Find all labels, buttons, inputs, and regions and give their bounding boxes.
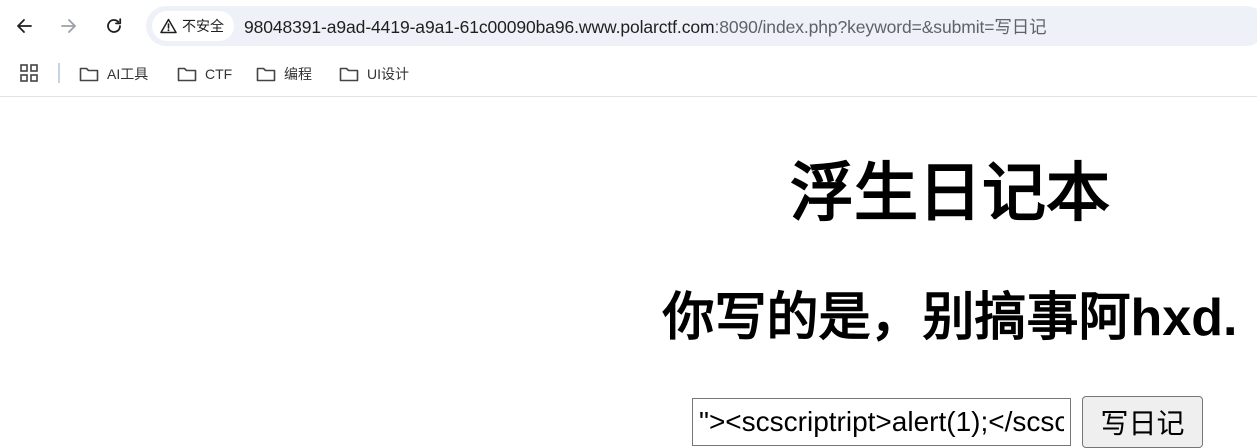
folder-icon [256,67,276,82]
submit-button[interactable]: 写日记 [1082,396,1203,448]
warning-icon [160,18,177,34]
reload-icon [107,18,122,33]
page-content: 浮生日记本 你写的是，别搞事阿hxd. 写日记 [0,98,1257,448]
apps-grid-icon [20,64,38,82]
url-host: 98048391-a9ad-4419-a9a1-61c00090ba96.www… [244,16,715,37]
url-text[interactable]: 98048391-a9ad-4419-a9a1-61c00090ba96.www… [244,14,1047,39]
browser-toolbar: 不安全 98048391-a9ad-4419-a9a1-61c00090ba96… [0,0,1257,52]
back-button[interactable] [8,10,40,42]
bookmark-programming[interactable]: 编程 [256,60,312,88]
bookmarks-divider [58,63,60,83]
folder-icon [177,67,197,82]
security-label: 不安全 [182,18,224,34]
forward-button[interactable] [53,10,85,42]
bookmarks-bar: AI工具 CTF 编程 UI设计 [0,52,1257,97]
arrow-left-icon [17,19,32,33]
bookmark-ai-tools[interactable]: AI工具 [79,60,148,88]
url-path: :8090/index.php?keyword=&submit=写日记 [714,16,1047,37]
bookmark-label: CTF [205,66,233,82]
result-heading: 你写的是，别搞事阿hxd. [662,289,1238,347]
page-title: 浮生日记本 [790,157,1110,229]
reload-button[interactable] [98,10,130,42]
address-bar[interactable]: 不安全 98048391-a9ad-4419-a9a1-61c00090ba96… [146,6,1257,46]
apps-button[interactable] [20,64,38,82]
security-indicator[interactable]: 不安全 [152,11,234,41]
folder-icon [79,67,99,82]
bookmark-ctf[interactable]: CTF [177,60,232,88]
bookmark-ui-design[interactable]: UI设计 [339,60,409,88]
folder-icon [339,67,359,82]
bookmark-label: 编程 [284,66,312,82]
bookmark-label: AI工具 [107,66,149,82]
diary-form: 写日记 [692,396,1203,448]
bookmark-label: UI设计 [367,66,409,82]
arrow-right-icon [61,19,76,33]
keyword-input[interactable] [692,398,1071,446]
